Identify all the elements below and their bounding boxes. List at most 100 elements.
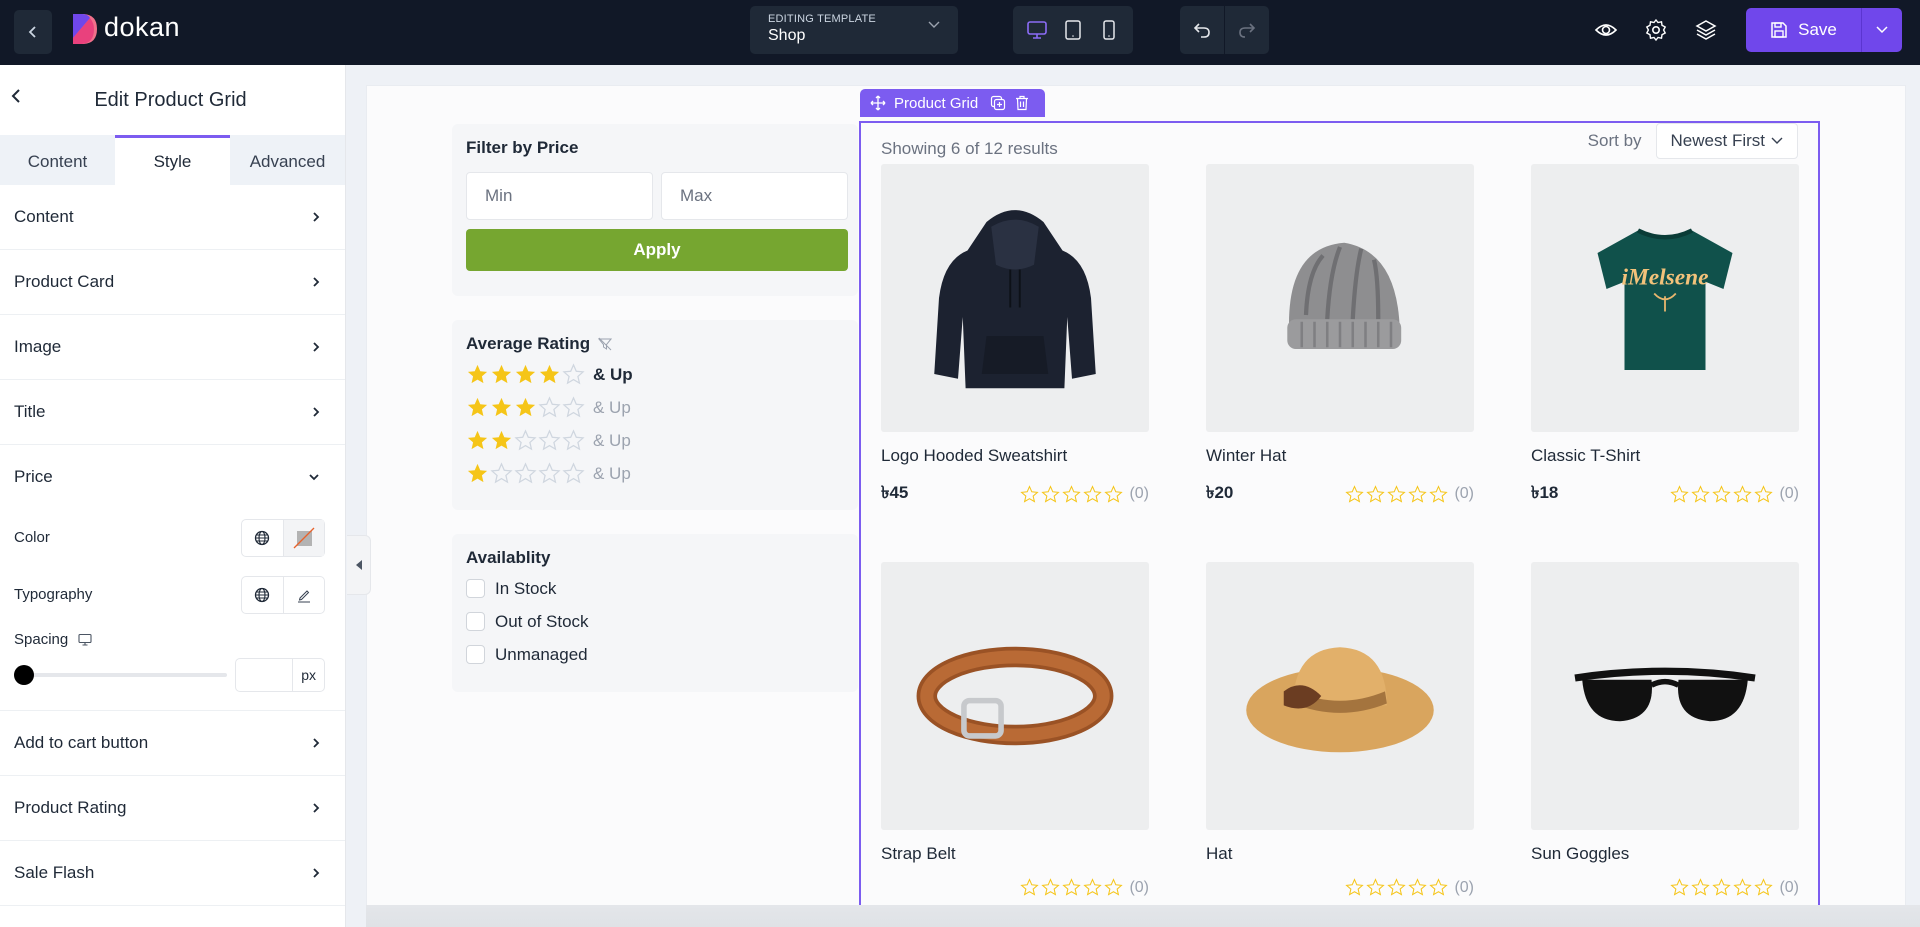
product-card[interactable]: Winter Hat ৳20 (0) <box>1206 164 1474 508</box>
section-product-rating[interactable]: Product Rating <box>0 776 345 841</box>
redo-icon <box>1239 23 1256 38</box>
rating-option[interactable]: & Up <box>466 358 844 391</box>
section-sale-flash[interactable]: Sale Flash <box>0 841 345 906</box>
chevron-right-icon <box>313 738 320 748</box>
star-filled-icon <box>515 364 536 384</box>
checkbox[interactable] <box>466 579 485 598</box>
product-grid[interactable]: Showing 6 of 12 results Sort by Newest F… <box>859 121 1820 927</box>
dokan-logo-icon <box>73 14 97 44</box>
section-price-header[interactable]: Price <box>0 445 345 509</box>
svg-text:iMelsene: iMelsene <box>1621 265 1708 291</box>
availability-label: Unmanaged <box>495 644 588 664</box>
unit-selector[interactable]: px <box>292 659 324 691</box>
product-card[interactable]: iMelsene Classic T-Shirt ৳18 (0) <box>1531 164 1799 508</box>
section-add-to-cart[interactable]: Add to cart button <box>0 711 345 776</box>
product-image[interactable] <box>881 164 1149 432</box>
star-empty-icon <box>1670 484 1690 503</box>
checkbox[interactable] <box>466 645 485 664</box>
product-image[interactable] <box>1531 562 1799 830</box>
edit-typography-button[interactable] <box>282 576 325 613</box>
move-icon[interactable] <box>870 95 886 111</box>
chevron-right-icon <box>313 803 320 813</box>
back-arrow-icon[interactable] <box>10 87 22 105</box>
product-title[interactable]: Winter Hat <box>1206 446 1474 466</box>
max-price-input[interactable] <box>661 172 848 220</box>
no-color-swatch-icon <box>293 527 315 548</box>
tab-content[interactable]: Content <box>0 135 115 185</box>
section-title[interactable]: Title <box>0 380 345 445</box>
star-filled-icon <box>539 364 560 384</box>
tab-advanced[interactable]: Advanced <box>230 135 345 185</box>
product-image[interactable]: iMelsene <box>1531 164 1799 432</box>
tab-style[interactable]: Style <box>115 135 230 185</box>
product-card[interactable]: Logo Hooded Sweatshirt ৳45 (0) <box>881 164 1149 508</box>
save-button[interactable]: Save <box>1746 8 1861 52</box>
layers-button[interactable] <box>1694 18 1718 42</box>
product-title[interactable]: Classic T-Shirt <box>1531 446 1799 466</box>
color-swatch-button[interactable] <box>282 519 324 556</box>
product-title[interactable]: Sun Goggles <box>1531 844 1799 864</box>
history-controls <box>1180 6 1269 54</box>
apply-button[interactable]: Apply <box>466 229 848 271</box>
save-button-group: Save <box>1746 8 1902 52</box>
sort-control: Sort by Newest First <box>1588 123 1798 159</box>
section-image[interactable]: Image <box>0 315 345 380</box>
product-image[interactable] <box>1206 164 1474 432</box>
device-desktop-button[interactable] <box>1025 18 1049 42</box>
rating-option[interactable]: & Up <box>466 457 844 490</box>
redo-button[interactable] <box>1225 6 1269 54</box>
device-mobile-button[interactable] <box>1097 18 1121 42</box>
product-title[interactable]: Strap Belt <box>881 844 1149 864</box>
rating-count: (0) <box>1779 485 1799 502</box>
back-button[interactable] <box>14 10 52 54</box>
trash-icon[interactable] <box>1014 95 1030 111</box>
collapse-sidebar-button[interactable] <box>347 535 371 595</box>
spacing-slider[interactable] <box>14 665 228 685</box>
slider-thumb[interactable] <box>14 665 34 685</box>
settings-button[interactable] <box>1644 18 1668 42</box>
global-typography-button[interactable] <box>242 577 283 613</box>
undo-button[interactable] <box>1180 6 1224 54</box>
typography-label: Typography <box>14 586 93 603</box>
rating-option[interactable]: & Up <box>466 391 844 424</box>
brand-logo[interactable]: dokan <box>70 12 180 45</box>
availability-option[interactable]: Out of Stock <box>466 605 844 638</box>
rating-count: (0) <box>1779 878 1799 896</box>
save-options-button[interactable] <box>1862 8 1902 52</box>
spacing-value-input[interactable] <box>236 659 293 691</box>
product-title[interactable]: Logo Hooded Sweatshirt <box>881 446 1149 466</box>
chevron-down-icon <box>1771 137 1783 144</box>
product-image[interactable] <box>881 562 1149 830</box>
product-image[interactable] <box>1206 562 1474 830</box>
star-filled-icon <box>467 364 488 384</box>
global-color-button[interactable] <box>242 520 283 556</box>
desktop-responsive-icon[interactable] <box>78 633 92 647</box>
star-empty-icon <box>538 429 561 451</box>
rating-filter: Average Rating & Up & Up & Up & Up <box>452 320 858 510</box>
preview-button[interactable] <box>1594 18 1618 42</box>
availability-option[interactable]: In Stock <box>466 572 844 605</box>
template-selector[interactable]: EDITING TEMPLATE Shop <box>750 6 958 54</box>
star-empty-icon <box>538 462 561 484</box>
availability-option[interactable]: Unmanaged <box>466 638 844 671</box>
min-price-input[interactable] <box>466 172 653 220</box>
section-content[interactable]: Content <box>0 185 345 250</box>
section-price: Price Color Typography Spacing px <box>0 445 345 711</box>
rating-option[interactable]: & Up <box>466 424 844 457</box>
sort-select[interactable]: Newest First <box>1655 123 1798 159</box>
section-product-card[interactable]: Product Card <box>0 250 345 315</box>
product-title[interactable]: Hat <box>1206 844 1474 864</box>
sidebar-tabs: Content Style Advanced <box>0 135 345 185</box>
product-meta: ৳20 (0) <box>1206 480 1474 508</box>
product-card[interactable]: Sun Goggles (0) <box>1531 562 1799 897</box>
duplicate-icon[interactable] <box>990 95 1006 111</box>
star-empty-icon <box>1670 878 1690 896</box>
chevron-right-icon <box>313 407 320 417</box>
checkbox[interactable] <box>466 612 485 631</box>
clear-filter-icon[interactable] <box>598 337 613 351</box>
star-empty-icon <box>514 429 537 451</box>
product-price: ৳20 <box>1206 483 1234 502</box>
device-tablet-button[interactable] <box>1061 18 1085 42</box>
product-card[interactable]: Hat (0) <box>1206 562 1474 897</box>
product-card[interactable]: Strap Belt (0) <box>881 562 1149 897</box>
